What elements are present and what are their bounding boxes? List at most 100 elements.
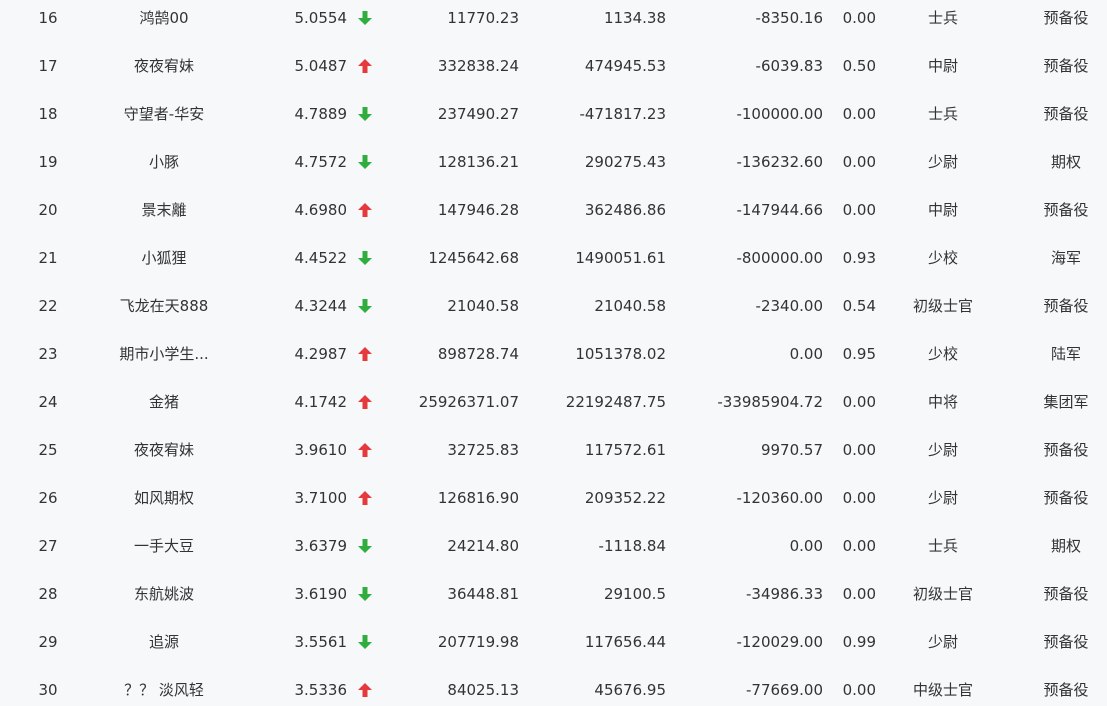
value-1-cell: 25926371.07 [418, 393, 519, 411]
table-row[interactable]: 21 小狐狸 4.4522 1245642.68 1490051.61 -800000.0… [0, 234, 1107, 282]
group-cell: 集团军 [1043, 393, 1089, 411]
arrow-down-icon [357, 106, 373, 122]
group-cell: 预备役 [1043, 57, 1089, 75]
value-4-cell: 0.00 [842, 393, 876, 411]
group-cell: 预备役 [1043, 489, 1089, 507]
group-cell: 预备役 [1043, 105, 1089, 123]
table-row[interactable]: 27 一手大豆 3.6379 24214.80 -1118.84 0.00 0.00 士兵 期权 [0, 522, 1107, 570]
value-1-cell: 207719.98 [437, 633, 519, 651]
arrow-down-icon [357, 634, 373, 650]
arrow-down-icon [357, 10, 373, 26]
table-row[interactable]: 19 小豚 4.7572 128136.21 290275.43 -136232.60 0.… [0, 138, 1107, 186]
rank-cell: 23 [38, 345, 58, 363]
value-3-cell: 0.00 [789, 537, 823, 555]
name-cell: 小狐狸 [141, 249, 187, 267]
value-3-cell: 0.00 [789, 345, 823, 363]
value-3-cell: -6039.83 [755, 57, 823, 75]
ratio-cell: 3.5336 [294, 681, 348, 699]
table-row[interactable]: 17 夜夜宥妹 5.0487 332838.24 474945.53 -6039.83 0.… [0, 42, 1107, 90]
group-cell: 预备役 [1043, 585, 1089, 603]
value-2-cell: -1118.84 [598, 537, 666, 555]
name-cell: 守望者-华安 [123, 105, 205, 123]
value-1-cell: 128136.21 [437, 153, 519, 171]
arrow-up-icon [357, 442, 373, 458]
ratio-cell: 4.7572 [294, 153, 348, 171]
rank-title-cell: 士兵 [927, 9, 958, 27]
value-1-cell: 32725.83 [447, 441, 519, 459]
arrow-up-icon [357, 394, 373, 410]
value-4-cell: 0.00 [842, 585, 876, 603]
value-4-cell: 0.95 [842, 345, 876, 363]
arrow-up-icon [357, 346, 373, 362]
value-4-cell: 0.00 [842, 9, 876, 27]
group-cell: 预备役 [1043, 297, 1089, 315]
name-cell: 夜夜宥妹 [133, 57, 194, 75]
value-4-cell: 0.00 [842, 201, 876, 219]
table-row[interactable]: 20 景末離 4.6980 147946.28 362486.86 -147944.66 0… [0, 186, 1107, 234]
ratio-cell: 4.4522 [294, 249, 348, 267]
name-cell: 小豚 [148, 153, 179, 171]
value-3-cell: -120360.00 [736, 489, 823, 507]
table-row[interactable]: 28 东航姚波 3.6190 36448.81 29100.5 -34986.33 0.00… [0, 570, 1107, 618]
rank-cell: 28 [38, 585, 58, 603]
ratio-cell: 4.3244 [294, 297, 348, 315]
value-1-cell: 237490.27 [437, 105, 519, 123]
ratio-cell: 3.7100 [294, 489, 348, 507]
value-4-cell: 0.00 [842, 105, 876, 123]
rank-title-cell: 初级士官 [912, 585, 973, 603]
rank-cell: 16 [38, 9, 58, 27]
value-2-cell: 21040.58 [594, 297, 666, 315]
group-cell: 陆军 [1050, 345, 1081, 363]
rank-title-cell: 士兵 [927, 105, 958, 123]
arrow-up-icon [357, 58, 373, 74]
table-row[interactable]: 29 追源 3.5561 207719.98 117656.44 -120029.00 0.… [0, 618, 1107, 666]
rank-title-cell: 少尉 [927, 633, 958, 651]
rank-cell: 24 [38, 393, 58, 411]
rank-cell: 29 [38, 633, 58, 651]
name-cell: 景末離 [141, 201, 187, 219]
rank-title-cell: 中级士官 [912, 681, 973, 699]
table-row[interactable]: 22 飞龙在天888 4.3244 21040.58 21040.58 -2340.00 0… [0, 282, 1107, 330]
arrow-up-icon [357, 490, 373, 506]
name-cell: 期市小学生... [119, 345, 209, 363]
rank-cell: 27 [38, 537, 58, 555]
name-cell: ？？ 淡风轻 [124, 681, 204, 699]
ratio-cell: 3.9610 [294, 441, 348, 459]
value-3-cell: -2340.00 [755, 297, 823, 315]
ratio-cell: 3.6379 [294, 537, 348, 555]
group-cell: 期权 [1050, 153, 1081, 171]
value-1-cell: 21040.58 [447, 297, 519, 315]
value-1-cell: 36448.81 [447, 585, 519, 603]
table-row[interactable]: 24 金猪 4.1742 25926371.07 22192487.75 -3398590… [0, 378, 1107, 426]
value-4-cell: 0.99 [842, 633, 876, 651]
table-row[interactable]: 25 夜夜宥妹 3.9610 32725.83 117572.61 9970.57 0.00… [0, 426, 1107, 474]
name-cell: 一手大豆 [133, 537, 194, 555]
name-cell: 飞龙在天888 [119, 297, 209, 315]
group-cell: 海军 [1050, 249, 1081, 267]
rank-cell: 21 [38, 249, 58, 267]
table-row[interactable]: 18 守望者-华安 4.7889 237490.27 -471817.23 -100000… [0, 90, 1107, 138]
rank-title-cell: 士兵 [927, 537, 958, 555]
rank-cell: 20 [38, 201, 58, 219]
rank-title-cell: 少尉 [927, 153, 958, 171]
arrow-down-icon [357, 586, 373, 602]
value-2-cell: 22192487.75 [565, 393, 666, 411]
rank-cell: 22 [38, 297, 58, 315]
table-row[interactable]: 23 期市小学生... 4.2987 898728.74 1051378.02 0.00 0… [0, 330, 1107, 378]
value-3-cell: -77669.00 [746, 681, 823, 699]
table-row[interactable]: 30 ？？ 淡风轻 3.5336 84025.13 45676.95 -77669.00 0… [0, 666, 1107, 706]
rank-title-cell: 中尉 [927, 201, 958, 219]
name-cell: 东航姚波 [133, 585, 194, 603]
rank-title-cell: 中将 [927, 393, 958, 411]
table-row[interactable]: 16 鸿鹄00 5.0554 11770.23 1134.38 -8350.16 0.00 士… [0, 0, 1107, 42]
rank-cell: 18 [38, 105, 58, 123]
value-4-cell: 0.50 [842, 57, 876, 75]
rank-title-cell: 少尉 [927, 489, 958, 507]
value-1-cell: 898728.74 [437, 345, 519, 363]
name-cell: 金猪 [148, 393, 179, 411]
ratio-cell: 5.0487 [294, 57, 348, 75]
value-2-cell: 1134.38 [603, 9, 666, 27]
table-row[interactable]: 26 如风期权 3.7100 126816.90 209352.22 -120360.00… [0, 474, 1107, 522]
group-cell: 预备役 [1043, 441, 1089, 459]
name-cell: 夜夜宥妹 [133, 441, 194, 459]
